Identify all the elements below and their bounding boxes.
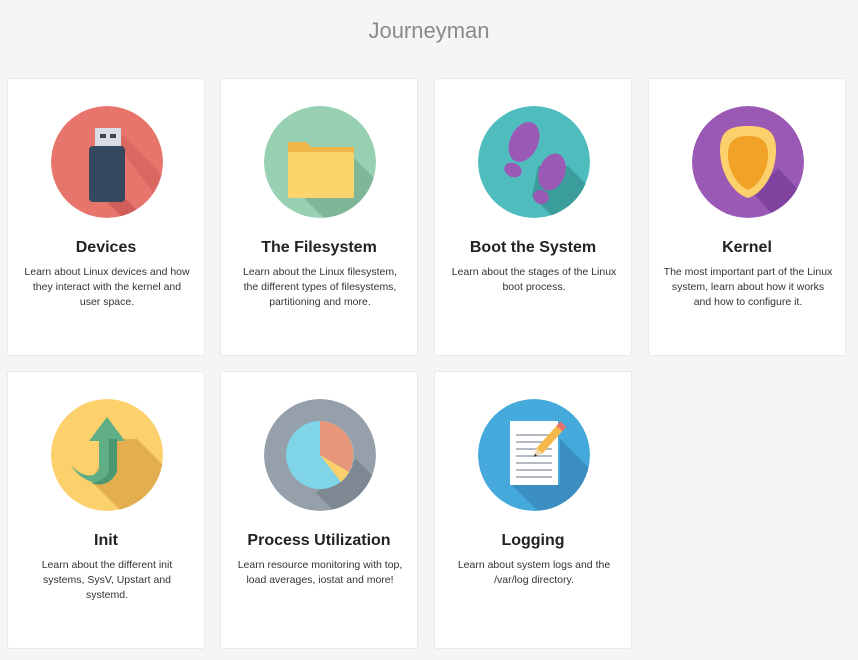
card-title: Kernel <box>722 239 772 256</box>
card-title: Devices <box>75 239 137 256</box>
card-description: Learn about system logs and the /var/log… <box>457 559 611 586</box>
footprints-icon <box>478 106 590 218</box>
card-logging[interactable]: Logging Learn about system logs and the … <box>434 371 632 649</box>
card-title: Process Utilization <box>247 532 391 549</box>
card-devices[interactable]: Devices Learn about Linux devices and ho… <box>7 78 205 356</box>
card-description: The most important part of the Linux sys… <box>663 266 833 308</box>
card-title: The Filesystem <box>261 239 377 256</box>
notepad-pencil-icon <box>478 399 590 511</box>
card-description: Learn resource monitoring with top, load… <box>237 559 403 586</box>
pie-chart-icon <box>264 399 376 511</box>
card-description: Learn about the different init systems, … <box>41 559 173 601</box>
card-description: Learn about the stages of the Linux boot… <box>451 266 617 293</box>
card-kernel[interactable]: Kernel The most important part of the Li… <box>648 78 846 356</box>
folder-icon <box>264 106 376 218</box>
card-title: Init <box>94 532 118 549</box>
up-arrow-icon <box>51 399 163 511</box>
card-boot[interactable]: Boot the System Learn about the stages o… <box>434 78 632 356</box>
card-description: Learn about Linux devices and how they i… <box>24 266 190 308</box>
card-filesystem[interactable]: The Filesystem Learn about the Linux fil… <box>220 78 418 356</box>
card-init[interactable]: Init Learn about the different init syst… <box>7 371 205 649</box>
card-title: Logging <box>501 532 565 549</box>
page-title: Journeyman <box>368 18 490 43</box>
kernel-seed-icon <box>692 106 804 218</box>
card-process-utilization[interactable]: Process Utilization Learn resource monit… <box>220 371 418 649</box>
usb-drive-icon <box>51 106 163 218</box>
card-description: Learn about the Linux filesystem, the di… <box>242 266 398 308</box>
card-title: Boot the System <box>469 239 597 256</box>
